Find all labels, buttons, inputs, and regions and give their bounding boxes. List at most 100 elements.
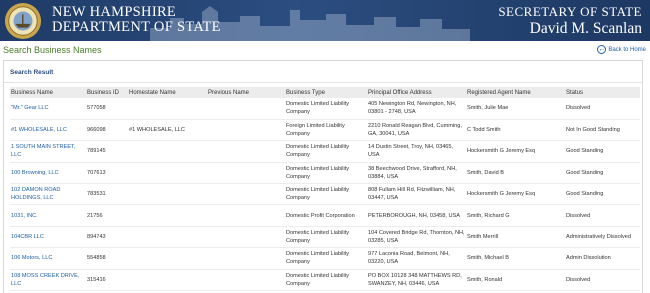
registered-agent-name: Smith Merrill <box>466 226 565 249</box>
principal-office-address: PETERBOROUGH, NH, 03458, USA <box>367 204 466 227</box>
results-table: Business Name Business ID Homestate Name… <box>10 87 640 292</box>
business-id: 783531 <box>86 183 128 206</box>
registered-agent-name: Smith, David B <box>466 162 565 185</box>
table-row: 102 DAMON ROAD HOLDINGS, LLC 783531 Domest… <box>10 183 640 206</box>
column-header[interactable]: Homestate Name <box>128 87 207 98</box>
column-header[interactable]: Business Name <box>10 87 86 98</box>
homestate-name <box>128 247 207 270</box>
column-header[interactable]: Status <box>565 87 640 98</box>
principal-office-address: 14 Dustin Street, Troy, NH, 03465, USA <box>367 140 466 163</box>
registered-agent-name: Hockersmith G Jeremy Esq <box>466 140 565 163</box>
table-row: #1 WHOLESALE, LLC 966098 #1 WHOLESALE, LLC… <box>10 119 640 142</box>
table-row: "Mr." Gear LLC 577058 Domestic Limited Lia… <box>10 98 640 120</box>
business-type: Domestic Limited Liability Company <box>285 162 367 185</box>
business-name-link[interactable]: 104CBR LLC <box>10 226 86 249</box>
previous-name <box>207 226 285 249</box>
search-result-panel: Search Result Business Name Business ID … <box>3 60 643 293</box>
table-row: 1 SOUTH MAIN STREET, LLC 789145 Domestic L… <box>10 140 640 163</box>
business-type: Foreign Limited Liability Company <box>285 119 367 142</box>
department-name: NEW HAMPSHIRE DEPARTMENT OF STATE <box>52 5 221 35</box>
status: Not In Good Standing <box>565 119 640 142</box>
business-name-link[interactable]: 108 MOSS CREEK DRIVE, LLC <box>10 269 86 292</box>
status: Administratively Dissolved <box>565 226 640 249</box>
business-name-link[interactable]: "Mr." Gear LLC <box>10 98 86 120</box>
previous-name <box>207 269 285 292</box>
column-header[interactable]: Business ID <box>86 87 128 98</box>
table-row: 108 MOSS CREEK DRIVE, LLC 315416 Domestic … <box>10 269 640 292</box>
principal-office-address: 977 Laconia Road, Belmont, NH, 03220, US… <box>367 247 466 270</box>
business-type: Domestic Profit Corporation <box>285 204 367 227</box>
business-name-link[interactable]: 1031, INC. <box>10 204 86 227</box>
homestate-name <box>128 183 207 206</box>
business-name-link[interactable]: 100 Browning, LLC <box>10 162 86 185</box>
principal-office-address: 104 Covered Bridge Rd, Thornton, NH, 032… <box>367 226 466 249</box>
page-title: Search Business Names <box>3 45 102 55</box>
back-arrow-icon[interactable]: ← <box>597 45 607 54</box>
principal-office-address: 808 Fullam Hill Rd, Fitzwilliam, NH, 034… <box>367 183 466 206</box>
state-seal-icon[interactable] <box>4 2 42 40</box>
business-type: Domestic Limited Liability Company <box>285 140 367 163</box>
back-label[interactable]: Back to Home <box>608 47 646 53</box>
column-header[interactable]: Registered Agent Name <box>466 87 565 98</box>
office-title: SECRETARY OF STATE <box>498 4 642 19</box>
registered-agent-name: Smith, Michael B <box>466 247 565 270</box>
homestate-name <box>128 140 207 163</box>
business-id: 21756 <box>86 204 128 227</box>
official-name: David M. Scanlan <box>529 20 642 37</box>
column-header[interactable]: Previous Name <box>207 87 285 98</box>
table-row: 100 Browning, LLC 707613 Domestic Limited … <box>10 162 640 185</box>
status: Dissolved <box>565 204 640 227</box>
column-header[interactable]: Business Type <box>285 87 367 98</box>
registered-agent-name: Smith, Julie Mae <box>466 98 565 120</box>
business-id: 577058 <box>86 98 128 120</box>
dept-line-1: NEW HAMPSHIRE <box>52 4 177 20</box>
previous-name <box>207 140 285 163</box>
homestate-name <box>128 226 207 249</box>
status: Good Standing <box>565 162 640 185</box>
status: Good Standing <box>565 140 640 163</box>
business-id: 707613 <box>86 162 128 185</box>
principal-office-address: 38 Beechwood Drive, Strafford, NH, 03884… <box>367 162 466 185</box>
previous-name <box>207 183 285 206</box>
business-name-link[interactable]: 102 DAMON ROAD HOLDINGS, LLC <box>10 183 86 206</box>
principal-office-address: 2210 Ronald Reagan Blvd, Cumming, GA, 30… <box>367 119 466 142</box>
status: Admin Dissolution <box>565 247 640 270</box>
homestate-name: #1 WHOLESALE, LLC <box>128 119 207 142</box>
principal-office-address: 405 Newington Rd, Newington, NH, 03801 -… <box>367 98 466 120</box>
business-id: 554858 <box>86 247 128 270</box>
business-name-link[interactable]: #1 WHOLESALE, LLC <box>10 119 86 142</box>
previous-name <box>207 119 285 142</box>
previous-name <box>207 204 285 227</box>
table-row: 1031, INC. 21756 Domestic Profit Corporati… <box>10 204 640 227</box>
column-header[interactable]: Principal Office Address <box>367 87 466 98</box>
business-name-link[interactable]: 1 SOUTH MAIN STREET, LLC <box>10 140 86 163</box>
business-type: Domestic Limited Liability Company <box>285 98 367 120</box>
homestate-name <box>128 162 207 185</box>
business-id: 966098 <box>86 119 128 142</box>
status: Dissolved <box>565 269 640 292</box>
homestate-name <box>128 269 207 292</box>
business-type: Domestic Limited Liability Company <box>285 247 367 270</box>
business-id: 315416 <box>86 269 128 292</box>
principal-office-address: PO BOX 10128 348 MATTHEWS RD, SWANZEY, N… <box>367 269 466 292</box>
table-row: 104CBR LLC 894743 Domestic Limited Liabili… <box>10 226 640 249</box>
business-id: 789145 <box>86 140 128 163</box>
business-type: Domestic Limited Liability Company <box>285 269 367 292</box>
status: Dissolved <box>565 98 640 120</box>
secretary-block: SECRETARY OF STATE David M. Scanlan <box>498 4 642 38</box>
panel-title: Search Result <box>10 69 54 76</box>
back-to-home-link[interactable]: ← Back to Home <box>597 45 646 54</box>
divider <box>4 82 642 83</box>
business-id: 894743 <box>86 226 128 249</box>
status: Good Standing <box>565 183 640 206</box>
business-type: Domestic Limited Liability Company <box>285 183 367 206</box>
table-row: 106 Motors, LLC 554858 Domestic Limited Li… <box>10 247 640 270</box>
previous-name <box>207 247 285 270</box>
registered-agent-name: Hockersmith G Jeremy Esq <box>466 183 565 206</box>
site-banner: NEW HAMPSHIRE DEPARTMENT OF STATE SECRET… <box>0 0 650 41</box>
previous-name <box>207 98 285 120</box>
business-name-link[interactable]: 106 Motors, LLC <box>10 247 86 270</box>
business-type: Domestic Limited Liability Company <box>285 226 367 249</box>
dept-line-2: DEPARTMENT OF STATE <box>52 19 221 35</box>
homestate-name <box>128 98 207 120</box>
